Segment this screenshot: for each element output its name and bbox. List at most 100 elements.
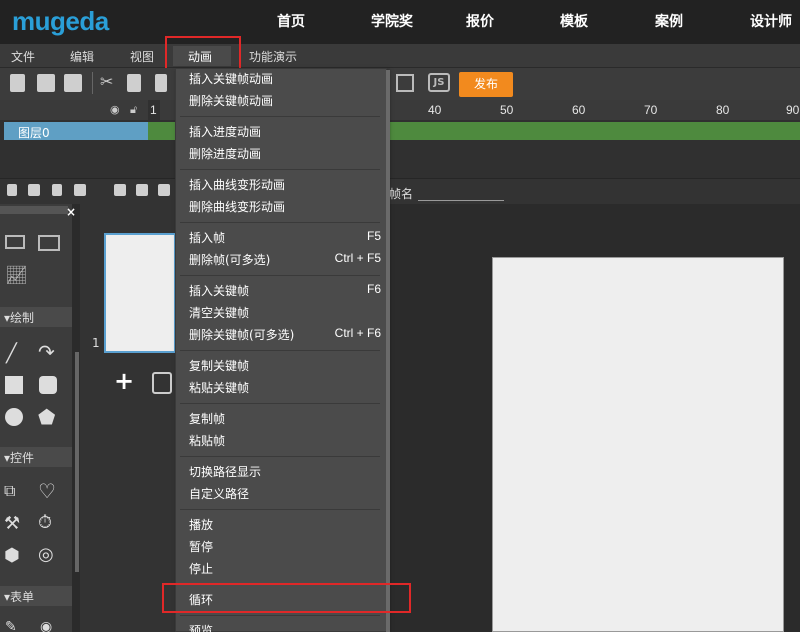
duplicate-scene-icon[interactable] (152, 372, 172, 394)
scene-thumbnail[interactable] (104, 233, 176, 353)
line-tool-icon[interactable]: ╱ (6, 343, 17, 364)
new-file-icon[interactable] (10, 74, 25, 92)
menu-divider (180, 456, 380, 457)
menu-edit[interactable]: 编辑 (70, 48, 94, 65)
ruler-tick: 40 (428, 103, 441, 117)
menu-bar (0, 44, 800, 68)
onion-skin-icon[interactable] (158, 184, 170, 196)
curve-tool-icon[interactable]: ↷ (38, 340, 55, 364)
sphere-icon[interactable]: ◎ (38, 544, 54, 565)
cube-icon[interactable]: ⬢ (4, 545, 20, 566)
layer-name: 图层0 (18, 124, 50, 141)
logo[interactable]: mugeda (12, 6, 109, 37)
menu-item-delete-keyframe-animation[interactable]: 删除关键帧动画 (189, 92, 273, 109)
nav-templates[interactable]: 模板 (560, 11, 588, 31)
menu-item-copy-keyframe[interactable]: 复制关键帧 (189, 357, 249, 374)
menu-item-delete-keyframe[interactable]: 删除关键帧(可多选) (189, 326, 294, 343)
polygon-tool-icon[interactable]: ⬟ (38, 405, 55, 429)
menu-divider (180, 615, 380, 616)
ruler-tick: 50 (500, 103, 513, 117)
menu-item-toggle-path[interactable]: 切换路径显示 (189, 463, 261, 480)
shortcut: F5 (301, 229, 381, 243)
delete-layer-icon[interactable] (52, 184, 62, 196)
cut-icon[interactable]: ✂ (100, 72, 113, 91)
ellipse-tool-icon[interactable] (5, 408, 23, 426)
form-tool-icon[interactable]: ✎ (5, 619, 17, 632)
nav-designers[interactable]: 设计师 (750, 11, 792, 31)
screen-icon[interactable] (5, 235, 25, 249)
rounded-rect-tool-icon[interactable] (39, 376, 57, 394)
close-icon[interactable]: × (66, 205, 76, 219)
section-draw[interactable]: ▾绘制 (0, 307, 72, 327)
ruler-tick: 90 (786, 103, 799, 117)
menu-item-custom-path[interactable]: 自定义路径 (189, 485, 249, 502)
nav-pricing[interactable]: 报价 (466, 11, 494, 31)
shortcut: Ctrl + F6 (301, 326, 381, 340)
menu-item-copy-frame[interactable]: 复制帧 (189, 410, 225, 427)
tool-panel-scrollbar[interactable] (75, 352, 79, 572)
menu-highlight-box (165, 36, 241, 70)
menu-view[interactable]: 视图 (130, 48, 154, 65)
scene-number: 1 (92, 336, 100, 350)
frame-name-input[interactable] (418, 200, 504, 201)
stage-canvas[interactable] (492, 257, 784, 632)
frame-icon[interactable] (114, 184, 126, 196)
menu-divider (180, 116, 380, 117)
shortcut: Ctrl + F5 (301, 251, 381, 265)
keyframe-icon[interactable] (136, 184, 148, 196)
ruler-tick: 80 (716, 103, 729, 117)
menu-item-insert-progress-animation[interactable]: 插入进度动画 (189, 123, 261, 140)
publish-button[interactable]: 发布 (459, 72, 513, 97)
layer-copy-icon[interactable] (74, 184, 86, 196)
tool-panel-header (0, 206, 68, 214)
menu-item-paste-keyframe[interactable]: 粘贴关键帧 (189, 379, 249, 396)
menu-file[interactable]: 文件 (11, 48, 35, 65)
ruler-tick: 60 (572, 103, 585, 117)
section-controls[interactable]: ▾控件 (0, 447, 72, 467)
paste-icon[interactable] (155, 74, 167, 92)
toolbar-divider (92, 72, 93, 94)
menu-item-delete-curve-animation[interactable]: 删除曲线变形动画 (189, 198, 285, 215)
menu-item-insert-keyframe-animation[interactable]: 插入关键帧动画 (189, 70, 273, 87)
section-form-label: 表单 (10, 590, 34, 604)
target-icon[interactable]: ◉ (40, 619, 52, 632)
menu-item-preview[interactable]: 预览 (189, 622, 213, 632)
menu-item-insert-frame[interactable]: 插入帧 (189, 229, 225, 246)
eye-icon[interactable]: ◉ (110, 103, 120, 116)
rectangle-tool-icon[interactable] (5, 376, 23, 394)
nav-cases[interactable]: 案例 (655, 11, 683, 31)
slideshow-icon[interactable]: ⧉ (4, 481, 15, 501)
menu-item-paste-frame[interactable]: 粘贴帧 (189, 432, 225, 449)
menu-item-play[interactable]: 播放 (189, 516, 213, 533)
add-scene-button[interactable]: + (114, 367, 134, 395)
menu-item-insert-keyframe[interactable]: 插入关键帧 (189, 282, 249, 299)
menu-scrollbar[interactable] (386, 70, 390, 632)
qr-code-icon[interactable] (396, 74, 414, 92)
section-form[interactable]: ▾表单 (0, 586, 72, 606)
save-icon[interactable] (64, 74, 82, 92)
code-icon[interactable] (38, 235, 60, 251)
menu-divider (180, 403, 380, 404)
menu-item-delete-frame[interactable]: 删除帧(可多选) (189, 251, 270, 268)
layer-folder-icon[interactable] (28, 184, 40, 196)
menu-divider (180, 350, 380, 351)
chart-icon[interactable]: 📈︎ (5, 265, 28, 286)
lock-icon[interactable]: 🔓︎ (130, 103, 137, 117)
nav-academy-award[interactable]: 学院奖 (371, 11, 413, 31)
js-icon[interactable]: JS (428, 73, 450, 92)
menu-item-clear-keyframe[interactable]: 清空关键帧 (189, 304, 249, 321)
menu-divider (180, 169, 380, 170)
menu-divider (180, 222, 380, 223)
menu-demo[interactable]: 功能演示 (249, 48, 297, 65)
heart-icon[interactable]: ♡ (38, 479, 56, 503)
menu-item-pause[interactable]: 暂停 (189, 538, 213, 555)
menu-item-delete-progress-animation[interactable]: 删除进度动画 (189, 145, 261, 162)
nav-home[interactable]: 首页 (277, 11, 305, 31)
menu-item-stop[interactable]: 停止 (189, 560, 213, 577)
brush-icon[interactable]: ⚒ (4, 513, 20, 534)
new-layer-icon[interactable] (7, 184, 17, 196)
open-folder-icon[interactable] (37, 74, 55, 92)
timer-icon[interactable]: ⏱ (38, 512, 52, 533)
copy-icon[interactable] (127, 74, 141, 92)
menu-item-insert-curve-animation[interactable]: 插入曲线变形动画 (189, 176, 285, 193)
